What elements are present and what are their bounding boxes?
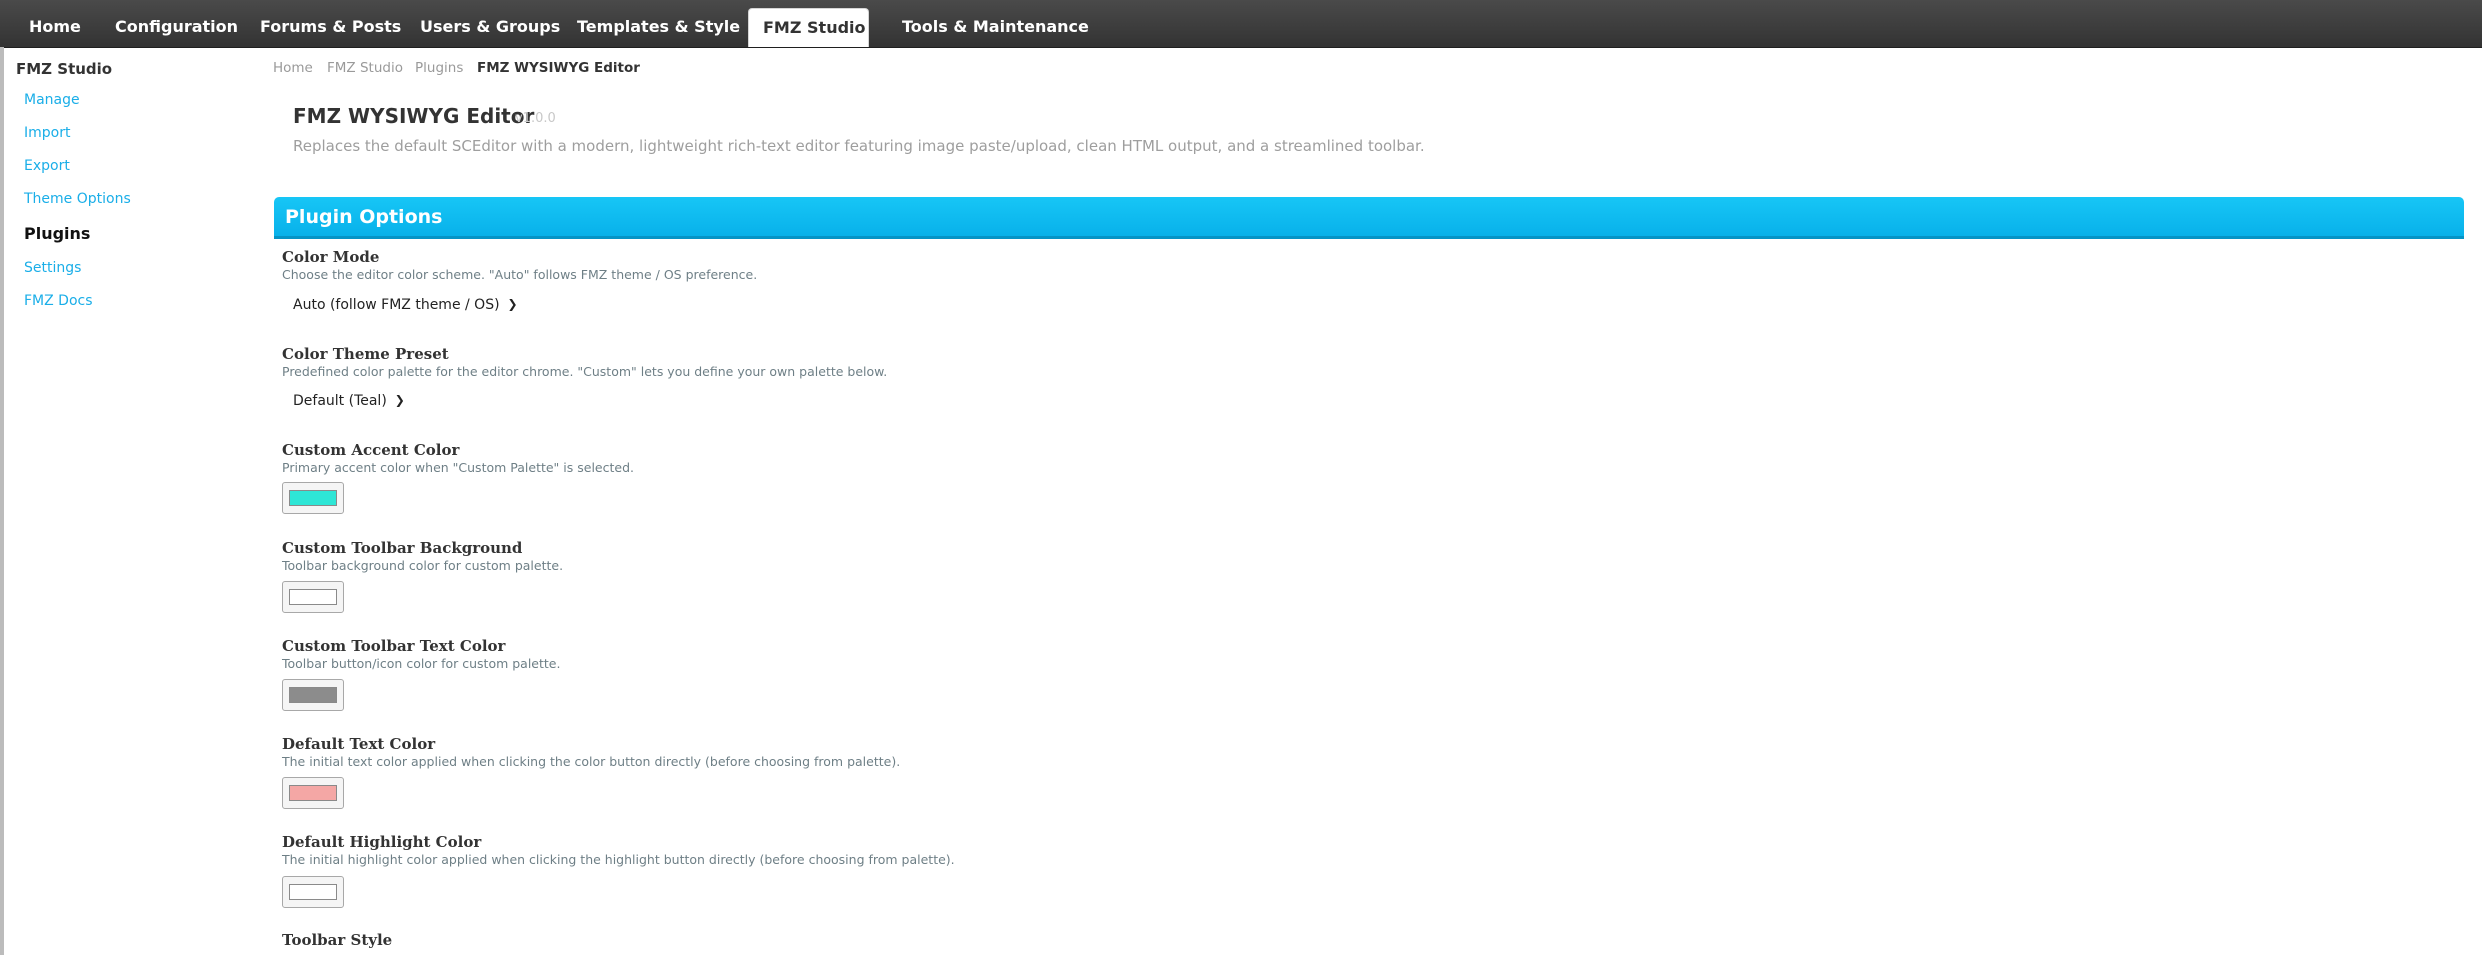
option-label-default-text-color: Default Text Color (282, 735, 436, 753)
color-swatch (289, 884, 337, 900)
option-label-color-mode: Color Mode (282, 248, 380, 266)
color-mode-select[interactable]: Auto (follow FMZ theme / OS) ❯ (282, 290, 518, 320)
default-text-color-picker[interactable] (282, 777, 344, 809)
page-description: Replaces the default SCEditor with a mod… (293, 137, 1425, 155)
option-desc-default-highlight-color: The initial highlight color applied when… (282, 852, 955, 867)
option-desc-custom-toolbar-background: Toolbar background color for custom pale… (282, 558, 564, 573)
plugin-options-header: Plugin Options (274, 197, 2464, 239)
option-label-color-theme-preset: Color Theme Preset (282, 345, 449, 363)
option-desc-color-theme-preset: Predefined color palette for the editor … (282, 364, 888, 379)
page-title: FMZ WYSIWYG Editor (293, 104, 535, 128)
sidebar-item-import[interactable]: Import (24, 125, 70, 141)
color-swatch (289, 490, 337, 506)
nav-tab-forums-posts[interactable]: Forums & Posts (246, 8, 415, 47)
color-theme-preset-value: Default (Teal) (293, 393, 387, 409)
sidebar-item-plugins[interactable]: Plugins (24, 224, 90, 243)
option-label-custom-toolbar-text-color: Custom Toolbar Text Color (282, 637, 506, 655)
breadcrumb-fmz-studio[interactable]: FMZ Studio (327, 60, 403, 76)
nav-tab-tools-maintenance[interactable]: Tools & Maintenance (888, 8, 1103, 47)
sidebar-item-theme-options[interactable]: Theme Options (24, 191, 131, 207)
color-swatch (289, 785, 337, 801)
top-navigation-bar: Home Configuration Forums & Posts Users … (0, 0, 2482, 48)
nav-tab-users-groups[interactable]: Users & Groups (406, 8, 574, 47)
breadcrumb-plugins[interactable]: Plugins (415, 60, 463, 76)
color-theme-preset-select[interactable]: Default (Teal) ❯ (282, 386, 405, 416)
plugin-version: v1.0.0 (515, 111, 556, 126)
color-mode-value: Auto (follow FMZ theme / OS) (293, 297, 500, 313)
option-label-custom-accent-color: Custom Accent Color (282, 441, 460, 459)
option-desc-color-mode: Choose the editor color scheme. "Auto" f… (282, 267, 758, 282)
option-desc-custom-accent-color: Primary accent color when "Custom Palett… (282, 460, 634, 475)
panel-title: Plugin Options (285, 206, 443, 228)
nav-tab-home[interactable]: Home (15, 8, 95, 47)
default-highlight-color-picker[interactable] (282, 876, 344, 908)
option-label-default-highlight-color: Default Highlight Color (282, 833, 482, 851)
chevron-down-icon: ❯ (507, 297, 518, 311)
color-swatch (289, 687, 337, 703)
breadcrumb-current: FMZ WYSIWYG Editor (477, 60, 640, 76)
nav-tab-templates-style[interactable]: Templates & Style (563, 8, 754, 47)
sidebar-item-fmz-docs[interactable]: FMZ Docs (24, 293, 93, 309)
option-label-toolbar-style: Toolbar Style (282, 931, 393, 949)
chevron-down-icon: ❯ (394, 393, 405, 407)
sidebar-item-settings[interactable]: Settings (24, 260, 81, 276)
sidebar-title: FMZ Studio (16, 60, 113, 78)
color-swatch (289, 589, 337, 605)
custom-toolbar-text-color-picker[interactable] (282, 679, 344, 711)
custom-toolbar-background-picker[interactable] (282, 581, 344, 613)
nav-tab-configuration[interactable]: Configuration (101, 8, 252, 47)
custom-accent-color-picker[interactable] (282, 482, 344, 514)
sidebar-item-manage[interactable]: Manage (24, 92, 80, 108)
option-label-custom-toolbar-background: Custom Toolbar Background (282, 539, 523, 557)
breadcrumb-home[interactable]: Home (273, 60, 313, 76)
nav-tab-fmz-studio[interactable]: FMZ Studio (748, 8, 869, 47)
option-desc-custom-toolbar-text-color: Toolbar button/icon color for custom pal… (282, 656, 561, 671)
option-desc-default-text-color: The initial text color applied when clic… (282, 754, 901, 769)
sidebar-item-export[interactable]: Export (24, 158, 70, 174)
left-edge-border (0, 47, 4, 955)
